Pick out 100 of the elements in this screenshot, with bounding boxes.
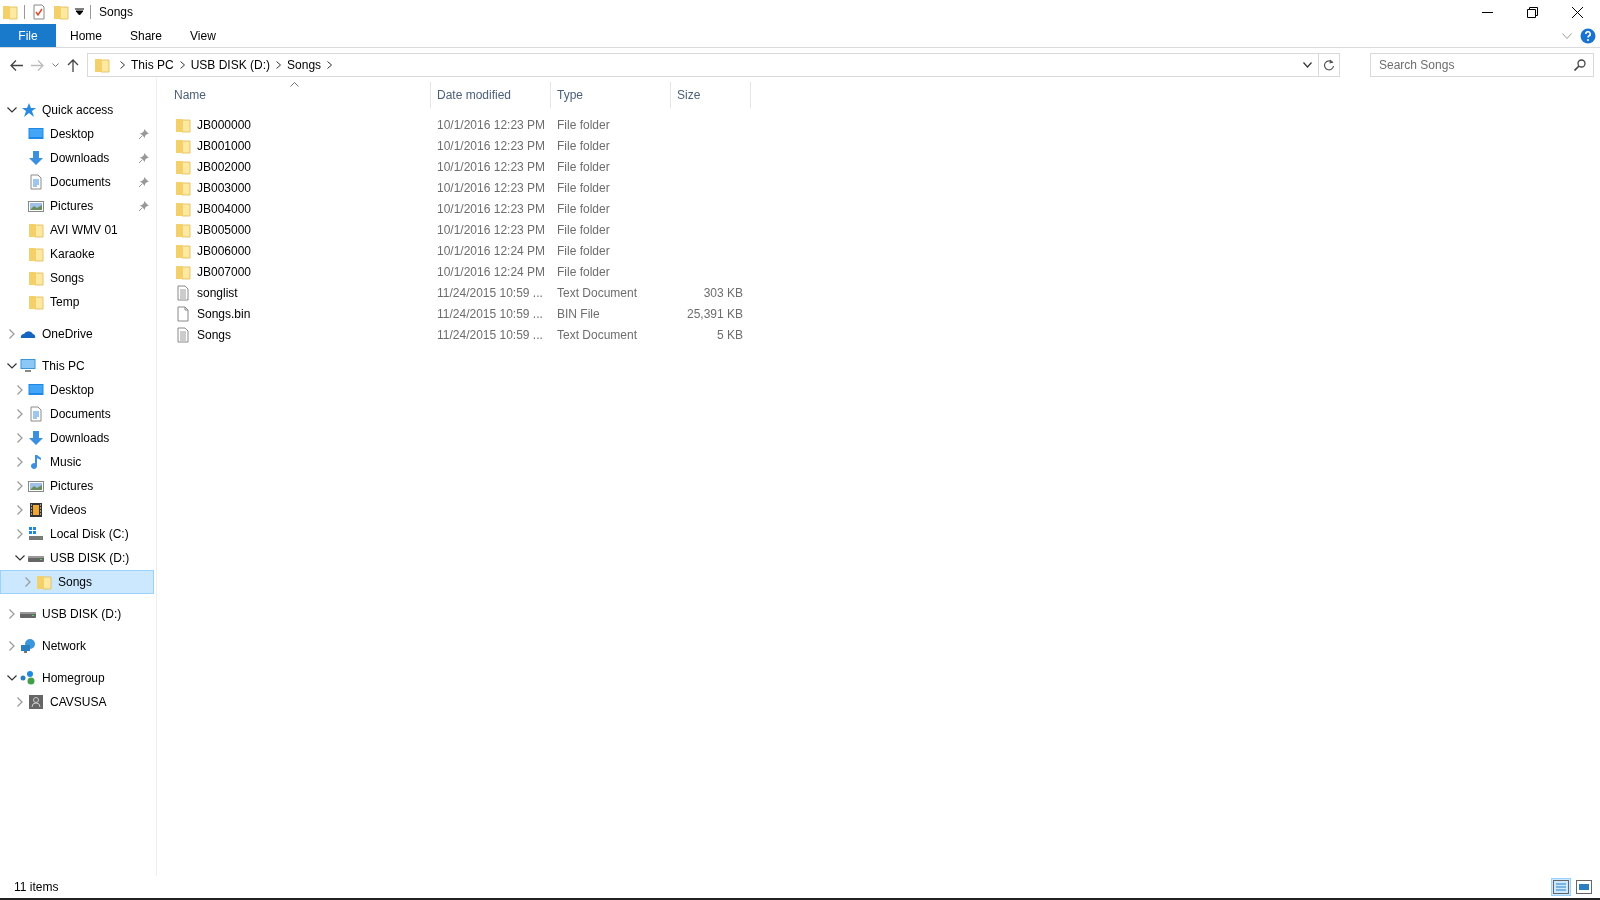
tree-item[interactable]: Downloads (0, 146, 154, 170)
large-icons-view-icon (1576, 880, 1592, 894)
up-arrow-icon[interactable] (67, 58, 79, 72)
chevron-right-icon[interactable] (179, 61, 185, 69)
chevron-down-icon[interactable] (7, 363, 17, 369)
properties-icon[interactable] (31, 4, 47, 20)
column-header[interactable]: Name (169, 82, 431, 108)
tree-item[interactable]: CAVSUSA (0, 690, 154, 714)
tree-item[interactable]: Songs (0, 570, 154, 594)
breadcrumb[interactable]: Songs (283, 58, 326, 72)
down-arrow-icon (28, 430, 44, 446)
search-icon (1574, 59, 1586, 71)
tree-item[interactable]: USB DISK (D:) (0, 546, 154, 570)
tree-item[interactable]: Desktop (0, 378, 154, 402)
folder-icon (28, 246, 44, 262)
expand-ribbon-icon[interactable] (1562, 32, 1572, 39)
folder-icon (94, 57, 110, 73)
file-name[interactable]: JB001000 (197, 138, 252, 153)
breadcrumb[interactable]: This PC (127, 58, 178, 72)
tree-item[interactable]: Homegroup (0, 666, 154, 690)
drive-icon (28, 556, 44, 562)
file-type: File folder (556, 180, 611, 195)
monitor-icon (28, 382, 44, 398)
sort-ascending-icon (289, 82, 299, 87)
tree-item[interactable]: AVI WMV 01 (0, 218, 154, 242)
recent-locations-icon[interactable] (52, 62, 59, 68)
ribbon-tab[interactable]: Share (116, 24, 177, 47)
film-icon (28, 502, 44, 518)
column-header[interactable]: Type (551, 82, 671, 108)
folder-icon (28, 294, 44, 310)
pin-icon[interactable] (139, 129, 149, 139)
folder-icon (175, 137, 191, 154)
tree-item[interactable]: Karaoke (0, 242, 154, 266)
tree-item[interactable]: Quick access (0, 98, 154, 122)
column-header[interactable]: Size (671, 82, 751, 108)
tree-item[interactable]: Documents (0, 402, 154, 426)
folder-icon (53, 4, 69, 20)
breadcrumb[interactable]: USB DISK (D:) (186, 58, 275, 72)
view-button[interactable] (1551, 878, 1571, 896)
file-name[interactable]: JB004000 (197, 201, 252, 216)
tree-item[interactable]: Documents (0, 170, 154, 194)
pin-icon[interactable] (139, 153, 149, 163)
file-icon (175, 305, 191, 322)
tree-item[interactable]: This PC (0, 354, 154, 378)
search-field[interactable]: Search Songs (1370, 53, 1594, 77)
folder-icon (175, 179, 191, 196)
chevron-down-icon[interactable] (7, 107, 17, 113)
chevron-right-icon[interactable] (120, 61, 125, 69)
dropdown-icon[interactable] (75, 8, 84, 16)
chevron-down-icon[interactable] (1303, 62, 1312, 68)
date-modified: 10/1/2016 12:24 PM (436, 243, 547, 258)
column-header[interactable]: Date modified (431, 82, 551, 108)
tree-item[interactable]: OneDrive (0, 322, 154, 346)
user-icon (28, 694, 44, 710)
tree-item[interactable]: Songs (0, 266, 154, 290)
tree-item[interactable]: Videos (0, 498, 154, 522)
picture-icon (28, 198, 44, 214)
chevron-right-icon[interactable] (276, 61, 282, 69)
file-type: BIN File (556, 306, 601, 321)
ribbon-tab[interactable]: View (176, 24, 230, 47)
file-name[interactable]: JB007000 (197, 264, 252, 279)
details-view-icon (1553, 880, 1569, 894)
file-name[interactable]: Songs (197, 327, 232, 342)
forward-icon[interactable] (31, 59, 44, 71)
refresh-icon[interactable] (1323, 59, 1335, 71)
file-name[interactable]: Songs.bin (197, 306, 251, 321)
tree-item[interactable]: Pictures (0, 474, 154, 498)
file-name[interactable]: JB003000 (197, 180, 252, 195)
tree-item[interactable]: Desktop (0, 122, 154, 146)
pin-icon[interactable] (139, 201, 149, 211)
file-name[interactable]: JB002000 (197, 159, 252, 174)
tree-item[interactable]: Temp (0, 290, 154, 314)
date-modified: 10/1/2016 12:23 PM (436, 117, 547, 132)
tree-item[interactable]: Network (0, 634, 154, 658)
tree-item[interactable]: USB DISK (D:) (0, 602, 154, 626)
tree-item[interactable]: Music (0, 450, 154, 474)
file-size: 5 KB (716, 327, 744, 342)
date-modified: 11/24/2015 10:59 ... (436, 285, 544, 300)
tree-item[interactable]: Pictures (0, 194, 154, 218)
computer-icon (20, 358, 36, 374)
address-bar[interactable]: This PC USB DISK (D:) Songs (87, 53, 1340, 77)
file-name[interactable]: JB006000 (197, 243, 252, 258)
file-name[interactable]: JB005000 (197, 222, 252, 237)
pin-icon[interactable] (139, 177, 149, 187)
tree-item[interactable]: Downloads (0, 426, 154, 450)
ribbon-tab[interactable]: Home (56, 24, 116, 47)
restore-icon (1527, 6, 1538, 18)
file-menu-button[interactable]: File (0, 24, 56, 47)
chevron-down-icon[interactable] (7, 675, 17, 681)
back-icon[interactable] (10, 59, 23, 71)
file-name[interactable]: songlist (197, 285, 238, 300)
file-type: File folder (556, 201, 611, 216)
file-name[interactable]: JB000000 (197, 117, 252, 132)
chevron-down-icon[interactable] (15, 555, 25, 561)
view-button[interactable] (1574, 878, 1594, 896)
help-icon[interactable] (1580, 27, 1596, 44)
date-modified: 10/1/2016 12:24 PM (436, 264, 547, 279)
tree-item[interactable]: Local Disk (C:) (0, 522, 154, 546)
chevron-right-icon[interactable] (327, 61, 333, 69)
folder-icon (175, 263, 191, 280)
